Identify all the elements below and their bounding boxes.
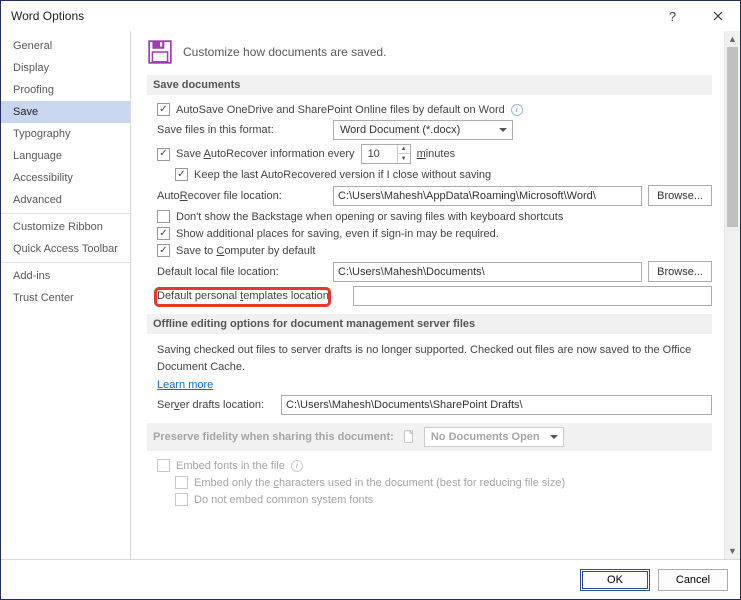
format-combo[interactable]: Word Document (*.docx) [333,120,513,140]
no-common-checkbox [175,493,188,506]
sidebar-item-display[interactable]: Display [1,57,130,79]
dont-backstage-label[interactable]: Don't show the Backstage when opening or… [157,210,563,223]
page-subtitle: Customize how documents are saved. [183,45,386,59]
keep-last-checkbox[interactable] [175,168,188,181]
scroll-up-arrow[interactable]: ▲ [725,31,740,47]
templates-label: Default personal templates location: [157,290,347,302]
embed-fonts-checkbox[interactable] [157,459,170,472]
document-icon [402,430,416,444]
opt-embed-subset: Embed only the characters used in the do… [175,476,712,489]
word-options-window: Word Options ? General Display Proofing … [0,0,741,600]
save-computer-label[interactable]: Save to Computer by default [157,244,315,257]
opt-save-format: Save files in this format: Word Document… [157,120,712,140]
templates-input[interactable] [353,286,712,306]
opt-embed-fonts: Embed fonts in the file i [157,459,712,472]
section-save-documents: Save documents [147,75,712,95]
additional-places-label[interactable]: Show additional places for saving, even … [157,227,499,240]
vertical-scrollbar[interactable]: ▲ ▼ [724,31,740,559]
opt-ar-location: AutoRecover file location: C:\Users\Mahe… [157,185,712,206]
opt-drafts-loc: Server drafts location: C:\Users\Mahesh\… [157,395,712,415]
format-label: Save files in this format: [157,124,327,136]
sidebar-item-proofing[interactable]: Proofing [1,79,130,101]
sidebar-item-typography[interactable]: Typography [1,123,130,145]
sidebar-item-language[interactable]: Language [1,145,130,167]
sidebar-item-customize-ribbon[interactable]: Customize Ribbon [1,216,130,238]
opt-default-local: Default local file location: C:\Users\Ma… [157,261,712,282]
dialog-footer: OK Cancel [1,559,740,599]
help-button[interactable]: ? [650,1,695,31]
offline-para: Saving checked out files to server draft… [157,342,712,375]
spinner-up[interactable]: ▲ [397,145,410,154]
section-offline: Offline editing options for document man… [147,314,712,334]
sidebar-item-qat[interactable]: Quick Access Toolbar [1,238,130,260]
window-title: Word Options [11,9,650,23]
save-computer-checkbox[interactable] [157,244,170,257]
scroll-area: Customize how documents are saved. Save … [131,31,724,559]
learn-more-link[interactable]: Learn more [157,379,213,391]
ar-location-input[interactable]: C:\Users\Mahesh\AppData\Roaming\Microsof… [333,186,642,206]
embed-fonts-label[interactable]: Embed fonts in the file i [157,459,303,472]
sidebar-item-advanced[interactable]: Advanced [1,189,130,211]
sidebar-item-accessibility[interactable]: Accessibility [1,167,130,189]
autorecover-label[interactable]: Save AutoRecover information every [157,148,355,161]
sidebar-divider [1,213,130,214]
ok-button[interactable]: OK [580,569,650,591]
sidebar: General Display Proofing Save Typography… [1,31,131,559]
opt-autorecover: Save AutoRecover information every 10 ▲ … [157,144,712,164]
close-icon [713,11,723,21]
opt-save-computer: Save to Computer by default [157,244,712,257]
default-local-label: Default local file location: [157,266,327,278]
sidebar-item-addins[interactable]: Add-ins [1,265,130,287]
default-local-input[interactable]: C:\Users\Mahesh\Documents\ [333,262,642,282]
opt-keep-last: Keep the last AutoRecovered version if I… [175,168,712,181]
embed-subset-label: Embed only the characters used in the do… [175,476,565,489]
autorecover-checkbox[interactable] [157,148,170,161]
additional-places-checkbox[interactable] [157,227,170,240]
titlebar: Word Options ? [1,1,740,31]
ar-location-label: AutoRecover file location: [157,190,327,202]
offline-learn-more: Learn more [157,379,712,391]
close-button[interactable] [695,1,740,31]
page-header: Customize how documents are saved. [147,39,712,65]
scroll-track[interactable] [725,47,740,543]
no-common-label: Do not embed common system fonts [175,493,373,506]
cancel-button[interactable]: Cancel [658,569,728,591]
section-fidelity: Preserve fidelity when sharing this docu… [147,423,712,506]
save-page-icon [147,39,173,65]
dialog-body: General Display Proofing Save Typography… [1,31,740,559]
scroll-down-arrow[interactable]: ▼ [725,543,740,559]
fidelity-title-row: Preserve fidelity when sharing this docu… [147,423,712,451]
sidebar-item-trust-center[interactable]: Trust Center [1,287,130,309]
spinner-down[interactable]: ▼ [397,154,410,163]
dont-backstage-checkbox[interactable] [157,210,170,223]
sidebar-divider [1,262,130,263]
opt-additional-places: Show additional places for saving, even … [157,227,712,240]
info-icon[interactable]: i [511,104,523,116]
opt-dont-backstage: Don't show the Backstage when opening or… [157,210,712,223]
sidebar-item-general[interactable]: General [1,35,130,57]
autosave-checkbox[interactable] [157,103,170,116]
info-icon[interactable]: i [291,460,303,472]
keep-last-label[interactable]: Keep the last AutoRecovered version if I… [175,168,491,181]
fidelity-doc-combo[interactable]: No Documents Open [424,427,564,447]
autorecover-minutes-spinner[interactable]: 10 ▲ ▼ [361,144,411,164]
browse-ar-button[interactable]: Browse... [648,185,712,206]
opt-no-common: Do not embed common system fonts [175,493,712,506]
drafts-input[interactable]: C:\Users\Mahesh\Documents\SharePoint Dra… [281,395,712,415]
embed-subset-checkbox [175,476,188,489]
opt-autosave: AutoSave OneDrive and SharePoint Online … [157,103,712,116]
browse-local-button[interactable]: Browse... [648,261,712,282]
scroll-thumb[interactable] [727,47,738,227]
sidebar-item-save[interactable]: Save [1,101,130,123]
autosave-label[interactable]: AutoSave OneDrive and SharePoint Online … [157,103,523,116]
drafts-label: Server drafts location: [157,399,275,411]
opt-templates-loc: Default personal templates location: [157,286,712,306]
main-panel: Customize how documents are saved. Save … [131,31,740,559]
